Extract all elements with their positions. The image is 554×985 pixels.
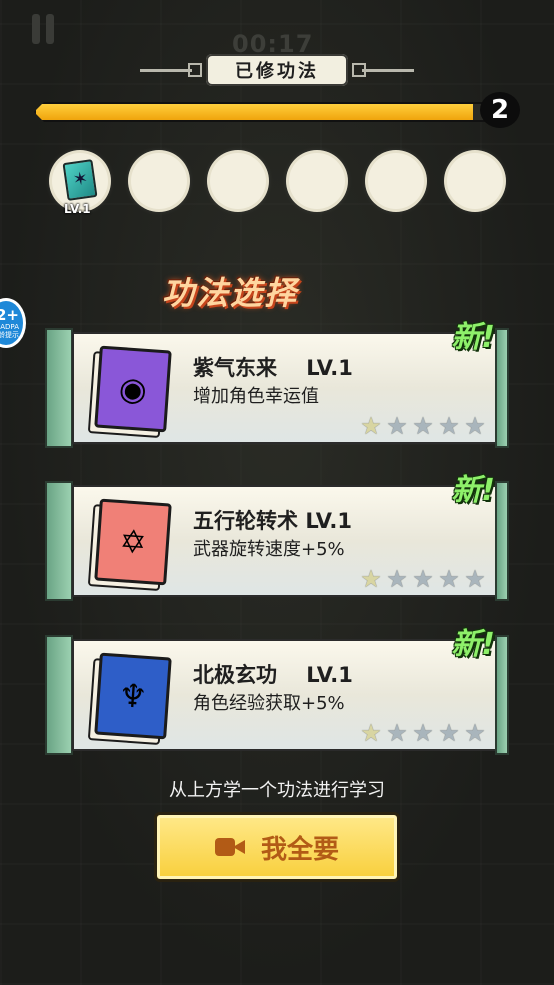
star-empty-icon: ★ [438, 719, 460, 747]
header-title-banner: 已修功法 [140, 52, 414, 88]
skill-slot-2[interactable] [131, 153, 187, 209]
section-title: 功法选择 [152, 268, 392, 316]
star-empty-icon: ★ [412, 719, 434, 747]
star-empty-icon: ★ [464, 565, 486, 593]
star-rating: ★ ★ ★ ★ ★ [359, 414, 487, 438]
new-badge: 新! [451, 473, 495, 508]
skill-slot-4[interactable] [289, 153, 345, 209]
star-filled-icon: ★ [360, 565, 382, 593]
figure-icon: ♆ [94, 652, 172, 740]
skill-description: 角色经验获取+5% [193, 693, 345, 714]
new-badge: 新! [451, 627, 495, 662]
card-edge [495, 328, 509, 448]
age-rating-note: 适龄提示 [0, 330, 19, 339]
skill-name: 紫气东来 LV.1 [193, 356, 353, 380]
new-badge: 新! [451, 320, 495, 355]
slot-level: LV.1 [64, 202, 91, 216]
card-edge [45, 328, 73, 448]
eye-icon: ◉ [94, 345, 172, 433]
instruction-text: 从上方学一个功法进行学习 [169, 780, 385, 801]
star-empty-icon: ★ [438, 565, 460, 593]
star-empty-icon: ★ [464, 412, 486, 440]
star-empty-icon: ★ [438, 412, 460, 440]
skill-slot-6[interactable] [447, 153, 503, 209]
star-rating: ★ ★ ★ ★ ★ [359, 567, 487, 591]
skill-card-1[interactable]: ◉ 紫气东来 LV.1 增加角色幸运值 ★ ★ ★ ★ ★ 新! [45, 320, 509, 448]
learned-skill-slots: ✶ LV.1 [52, 153, 512, 216]
divider [140, 69, 192, 72]
skill-name: 北极玄功 LV.1 [193, 663, 353, 687]
skill-slot-3[interactable] [210, 153, 266, 209]
card-edge [45, 481, 73, 601]
star-rating: ★ ★ ★ ★ ★ [359, 721, 487, 745]
skill-book-icon: ✶ [62, 159, 98, 201]
level-count: 2 [480, 92, 520, 128]
age-rating-org: CADPA [0, 322, 19, 331]
get-all-button[interactable]: 我全要 [154, 812, 400, 882]
skill-card-3[interactable]: ♆ 北极玄功 LV.1 角色经验获取+5% ★ ★ ★ ★ ★ 新! [45, 627, 509, 755]
star-empty-icon: ★ [386, 412, 408, 440]
skill-description: 武器旋转速度+5% [193, 539, 345, 560]
skill-name: 五行轮转术 LV.1 [193, 509, 352, 533]
star-empty-icon: ★ [412, 565, 434, 593]
skill-card-2[interactable]: ✡ 五行轮转术 LV.1 武器旋转速度+5% ★ ★ ★ ★ ★ 新! [45, 473, 509, 601]
get-all-label: 我全要 [260, 834, 339, 865]
star-filled-icon: ★ [360, 719, 382, 747]
star-empty-icon: ★ [386, 565, 408, 593]
star-empty-icon: ★ [412, 412, 434, 440]
page-title: 已修功法 [206, 54, 348, 86]
pause-icon[interactable] [28, 12, 62, 46]
experience-fill [36, 104, 474, 120]
skill-slot-5[interactable] [368, 153, 424, 209]
skill-description: 增加角色幸运值 [193, 386, 319, 407]
age-rating: 12+ [0, 305, 19, 324]
skill-slot-1[interactable]: ✶ LV.1 [52, 153, 108, 216]
hexagram-eye-icon: ✡ [94, 498, 172, 586]
section-title-text: 功法选择 [162, 274, 299, 312]
video-camera-icon [214, 836, 245, 858]
star-filled-icon: ★ [360, 412, 382, 440]
card-edge [495, 481, 509, 601]
card-edge [495, 635, 509, 755]
ornament-icon [188, 63, 202, 77]
star-empty-icon: ★ [386, 719, 408, 747]
star-empty-icon: ★ [464, 719, 486, 747]
experience-track [34, 102, 508, 122]
card-edge [45, 635, 73, 755]
divider [362, 69, 414, 72]
experience-bar: 2 [34, 92, 520, 128]
